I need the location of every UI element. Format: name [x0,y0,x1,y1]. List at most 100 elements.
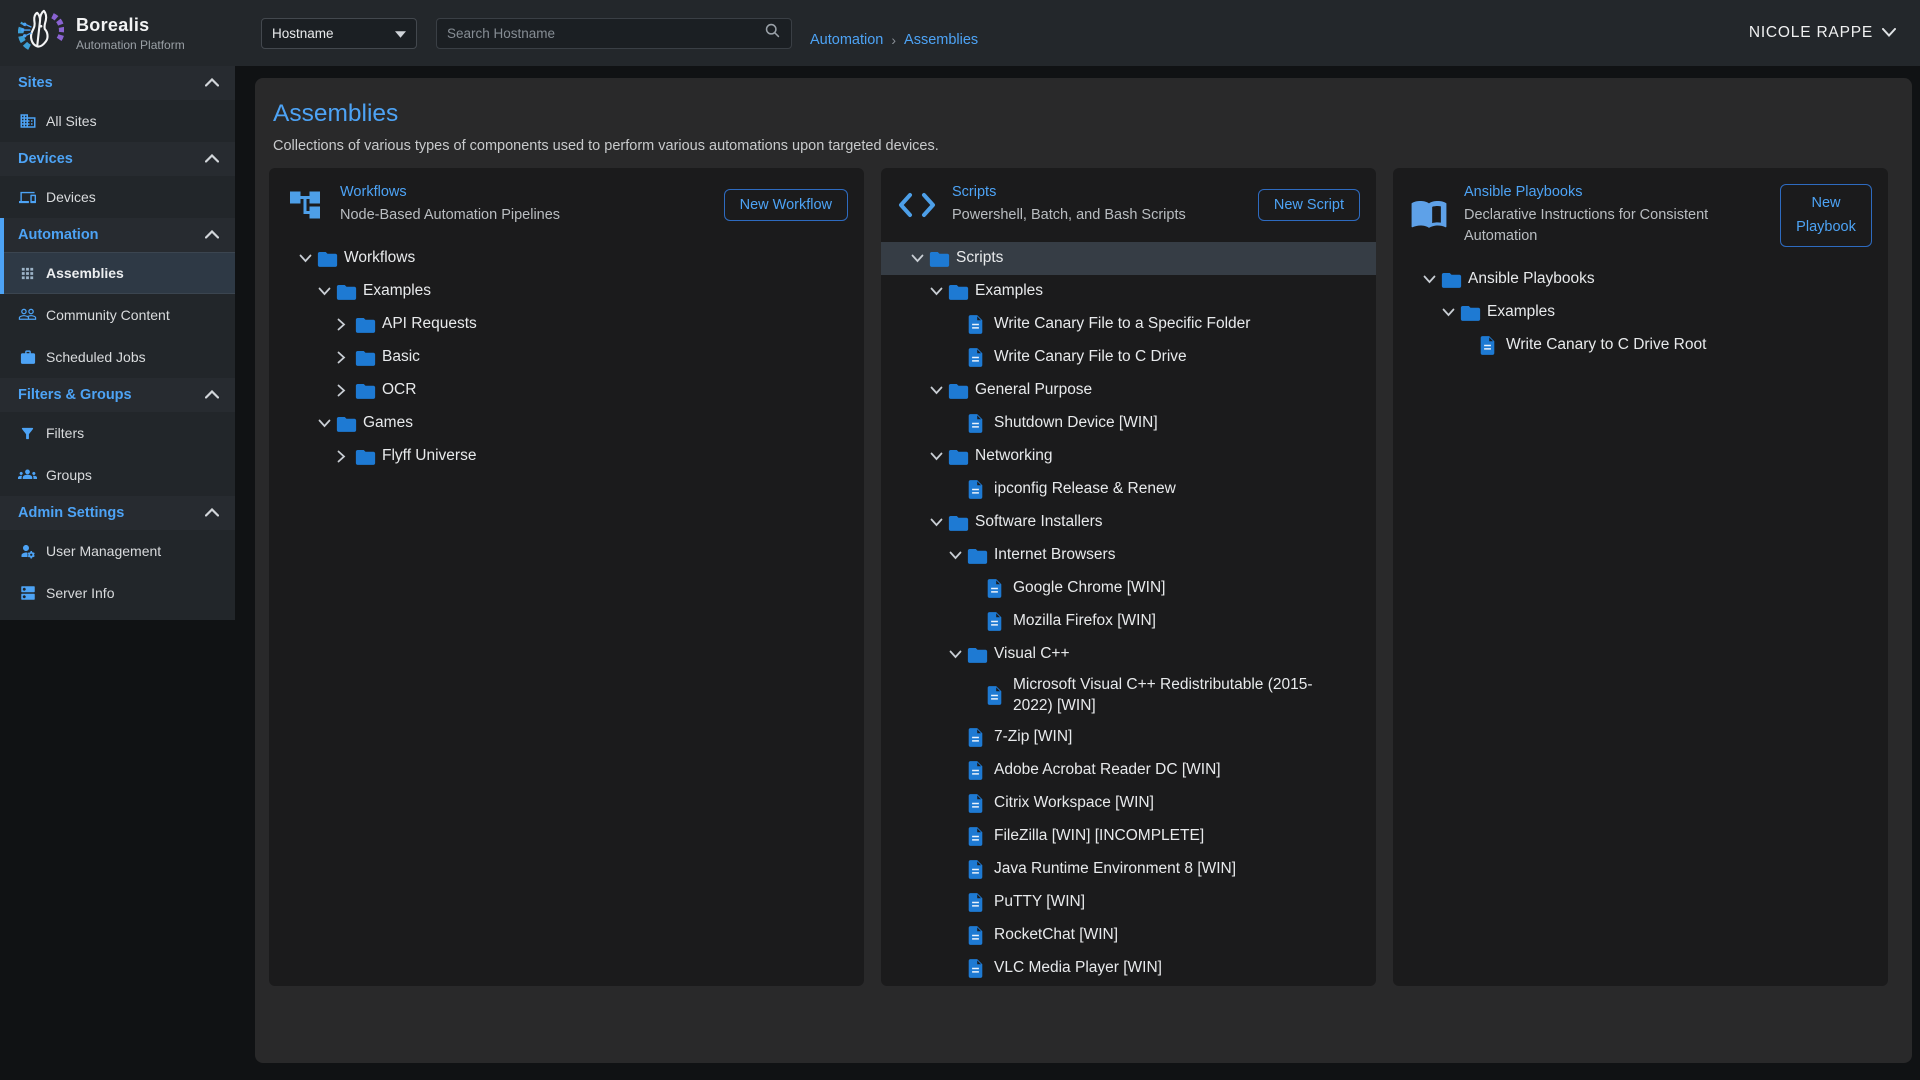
chevron-down-icon[interactable] [949,551,967,560]
sidebar-item-user-management[interactable]: User Management [0,530,235,572]
sidebar: Sites All Sites DevicesDevices Automation As… [0,66,235,620]
scripts-panel-header: Scripts Powershell, Batch, and Bash Scri… [881,168,1376,234]
chevron-down-icon[interactable] [318,419,336,428]
tree-file-item[interactable]: Citrix Workspace [WIN] [881,787,1376,820]
tree-folder-item[interactable]: Internet Browsers [881,539,1376,572]
tree-item-label: Adobe Acrobat Reader DC [WIN] [994,756,1221,785]
tree-file-item[interactable]: Java Runtime Environment 8 [WIN] [881,853,1376,886]
tree-file-item[interactable]: RocketChat [WIN] [881,919,1376,952]
chevron-down-icon[interactable] [949,650,967,659]
sidebar-section-devices[interactable]: Devices [0,142,235,176]
tree-folder-item[interactable]: Scripts [881,242,1376,275]
search-icon [764,22,781,44]
sidebar-item-devices[interactable]: Devices [0,176,235,218]
file-icon [1479,335,1506,356]
chevron-right-icon[interactable] [337,351,355,364]
chevron-right-icon[interactable] [337,450,355,463]
chevron-down-icon[interactable] [930,452,948,461]
sidebar-item-groups[interactable]: Groups [0,454,235,496]
chevron-down-icon[interactable] [911,254,929,263]
tree-file-item[interactable]: Mozilla Firefox [WIN] [881,605,1376,638]
sidebar-section-sites[interactable]: Sites [0,66,235,100]
file-icon [967,859,994,880]
file-icon [967,314,994,335]
tree-item-label: Networking [975,442,1053,471]
file-icon [986,611,1013,632]
tree-folder-item[interactable]: Flyff Universe [269,440,864,473]
brand-tagline: Automation Platform [76,38,185,52]
new-workflow-button[interactable]: New Workflow [724,189,848,221]
sidebar-item-label: Filters [46,425,84,441]
tree-file-item[interactable]: VLC Media Player [WIN] [881,952,1376,985]
tree-item-label: Write Canary File to C Drive [994,343,1187,372]
sidebar-item-filters[interactable]: Filters [0,412,235,454]
tree-folder-item[interactable]: Examples [881,275,1376,308]
breadcrumb-link-automation[interactable]: Automation [810,32,883,48]
tree-folder-item[interactable]: Software Installers [881,506,1376,539]
tree-item-label: Internet Browsers [994,541,1115,570]
chevron-down-icon[interactable] [930,386,948,395]
search-box[interactable] [436,18,792,49]
tree-folder-item[interactable]: Games [269,407,864,440]
tree-file-item[interactable]: Write Canary to C Drive Root [1393,329,1888,362]
sidebar-item-label: Groups [46,467,92,483]
sidebar-section-label: Automation [18,227,205,243]
chevron-down-icon[interactable] [1423,275,1441,284]
tree-item-label: Write Canary File to a Specific Folder [994,310,1250,339]
sidebar-item-all-sites[interactable]: All Sites [0,100,235,142]
tree-folder-item[interactable]: Ansible Playbooks [1393,263,1888,296]
tree-folder-item[interactable]: Visual C++ [881,638,1376,671]
folder-icon [967,646,994,664]
tree-folder-item[interactable]: Examples [269,275,864,308]
tree-file-item[interactable]: Adobe Acrobat Reader DC [WIN] [881,754,1376,787]
sidebar-item-scheduled-jobs[interactable]: Scheduled Jobs [0,336,235,378]
tree-file-item[interactable]: Shutdown Device [WIN] [881,407,1376,440]
sidebar-section-filters-groups[interactable]: Filters & Groups [0,378,235,412]
chevron-right-icon[interactable] [337,384,355,397]
new-script-button[interactable]: New Script [1258,189,1360,221]
tree-folder-item[interactable]: Workflows [269,242,864,275]
tree-file-item[interactable]: PuTTY [WIN] [881,886,1376,919]
sidebar-section-admin-settings[interactable]: Admin Settings [0,496,235,530]
server-icon [18,584,37,603]
sidebar-item-server-info[interactable]: Server Info [0,572,235,614]
chevron-right-icon[interactable] [337,318,355,331]
search-input[interactable] [447,26,764,41]
building-icon [18,112,37,131]
brand[interactable]: Borealis Automation Platform [0,8,235,59]
borealis-logo-icon [18,8,64,59]
tree-file-item[interactable]: Write Canary File to a Specific Folder [881,308,1376,341]
file-icon [967,413,994,434]
tree-folder-item[interactable]: Networking [881,440,1376,473]
chevron-down-icon[interactable] [299,254,317,263]
tree-folder-item[interactable]: API Requests [269,308,864,341]
ansible-panel-header: Ansible Playbooks Declarative Instructio… [1393,168,1888,255]
chevron-down-icon[interactable] [930,287,948,296]
tree-file-item[interactable]: ipconfig Release & Renew [881,473,1376,506]
hostname-select[interactable]: Hostname [261,18,417,49]
breadcrumb-link-assemblies[interactable]: Assemblies [904,32,978,48]
scripts-panel-subtitle: Powershell, Batch, and Bash Scripts [952,205,1248,226]
tree-folder-item[interactable]: OCR [269,374,864,407]
sidebar-item-community-content[interactable]: Community Content [0,294,235,336]
file-icon [967,826,994,847]
sidebar-item-assemblies[interactable]: Assemblies [0,252,235,294]
tree-item-label: Java Runtime Environment 8 [WIN] [994,855,1236,884]
sidebar-section-automation[interactable]: Automation [0,218,235,252]
tree-folder-item[interactable]: Basic [269,341,864,374]
tree-file-item[interactable]: 7-Zip [WIN] [881,721,1376,754]
user-menu[interactable]: NICOLE RAPPE [1749,24,1896,42]
tree-folder-item[interactable]: General Purpose [881,374,1376,407]
chevron-down-icon[interactable] [1442,308,1460,317]
tree-file-item[interactable]: FileZilla [WIN] [INCOMPLETE] [881,820,1376,853]
tree-folder-item[interactable]: Examples [1393,296,1888,329]
tree-file-item[interactable]: Write Canary File to C Drive [881,341,1376,374]
sidebar-item-label: Community Content [46,307,170,323]
tree-file-item[interactable]: Microsoft Visual C++ Redistributable (20… [881,671,1376,721]
chevron-down-icon[interactable] [318,287,336,296]
sidebar-item-label: All Sites [46,113,97,129]
chevron-down-icon[interactable] [930,518,948,527]
new-playbook-button[interactable]: New Playbook [1780,184,1872,246]
tree-file-item[interactable]: Google Chrome [WIN] [881,572,1376,605]
chevron-up-icon [205,150,219,168]
